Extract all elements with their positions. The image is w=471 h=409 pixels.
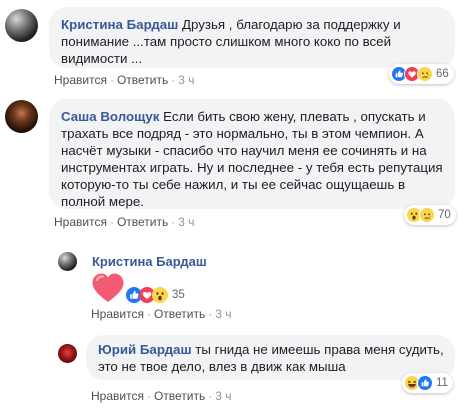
reaction-summary[interactable]: 66 [389, 64, 454, 84]
reply-button[interactable]: Ответить [117, 215, 168, 229]
like-button[interactable]: Нравится [54, 73, 107, 87]
reaction-summary[interactable]: 35 [126, 287, 185, 303]
comment-bubble: Кристина Бардаш Друзья , благодарю за по… [49, 7, 455, 68]
like-button[interactable]: Нравится [54, 215, 107, 229]
comment-author[interactable]: Кристина Бардаш [92, 254, 207, 269]
reaction-count: 70 [438, 209, 451, 221]
reply-button[interactable]: Ответить [154, 389, 205, 403]
reaction-count: 66 [436, 68, 449, 80]
avatar[interactable] [58, 252, 77, 271]
comment-author[interactable]: Кристина Бардаш [61, 17, 178, 32]
reaction-summary[interactable]: 70 [404, 205, 456, 225]
comment-actions: Нравится · Ответить · 3 ч [91, 307, 232, 321]
reply-button[interactable]: Ответить [117, 73, 168, 87]
comment-author[interactable]: Юрий Бардаш [98, 342, 192, 357]
comment-text: Если бить свою жену, плевать , опускать … [61, 109, 443, 209]
heart-sticker [91, 272, 125, 304]
comment-author[interactable]: Саша Волощук [61, 109, 159, 124]
comment-bubble: Юрий Бардаш ты гнида не имеешь права мен… [86, 335, 455, 380]
comment-time[interactable]: 3 ч [215, 307, 231, 321]
like-button[interactable]: Нравится [91, 307, 144, 321]
wow-icon [152, 287, 168, 303]
comment-time[interactable]: 3 ч [178, 73, 194, 87]
like-button[interactable]: Нравится [91, 389, 144, 403]
avatar[interactable] [5, 9, 38, 42]
reply-button[interactable]: Ответить [154, 307, 205, 321]
comment-time[interactable]: 3 ч [215, 389, 231, 403]
comment-time[interactable]: 3 ч [178, 215, 194, 229]
comment-bubble: Саша Волощук Если бить свою жену, плеват… [49, 99, 455, 209]
comment-actions: Нравится · Ответить · 3 ч [91, 389, 232, 403]
comment-actions: Нравится · Ответить · 3 ч [54, 73, 195, 87]
avatar[interactable] [58, 344, 77, 363]
reaction-count: 11 [436, 377, 448, 389]
reaction-summary[interactable]: 11 [402, 373, 453, 393]
comment-actions: Нравится · Ответить · 3 ч [54, 215, 195, 229]
avatar[interactable] [5, 100, 38, 133]
sad-icon [417, 66, 433, 82]
reaction-count: 35 [172, 289, 185, 301]
like-icon [417, 375, 433, 391]
sad-icon [419, 207, 435, 223]
